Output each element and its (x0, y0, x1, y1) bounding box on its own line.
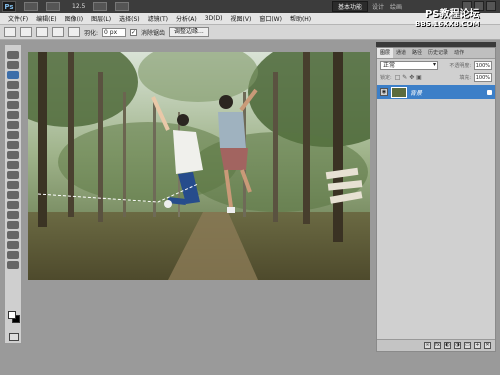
zoom-tool-icon[interactable] (7, 261, 19, 269)
opacity-input[interactable]: 100% (474, 60, 492, 70)
panel-tabs: 图层 通道 路径 历史记录 动作 (377, 48, 495, 59)
quick-select-tool-icon[interactable] (7, 81, 19, 89)
menu-view[interactable]: 视图(V) (227, 14, 256, 23)
menu-file[interactable]: 文件(F) (4, 14, 32, 23)
lock-icon (487, 89, 492, 95)
tab-layers[interactable]: 图层 (377, 48, 394, 58)
crop-tool-icon[interactable] (7, 91, 19, 99)
refine-edge-button[interactable]: 调整边缘... (169, 27, 209, 37)
menu-select[interactable]: 选择(S) (115, 14, 144, 23)
hand-tool-icon[interactable] (7, 251, 19, 259)
photoshop-logo-icon: Ps (2, 1, 16, 12)
tab-actions[interactable]: 动作 (451, 48, 467, 58)
pen-tool-icon[interactable] (7, 191, 19, 199)
3d-rotate-tool-icon[interactable] (7, 231, 19, 239)
opacity-label: 不透明度: (449, 62, 471, 69)
document-canvas[interactable] (28, 52, 370, 280)
lock-label: 锁定: (380, 74, 392, 81)
workspace-design-link[interactable]: 设计 (372, 2, 384, 11)
layer-mask-icon[interactable]: ◐ (444, 342, 451, 349)
tab-history[interactable]: 历史记录 (425, 48, 451, 58)
feather-input[interactable]: 0 px (102, 27, 127, 37)
intersect-selection-icon[interactable] (68, 27, 80, 37)
lock-options-icons[interactable]: □ ✎ ✥ ▣ (395, 74, 422, 81)
layers-footer: ∞ fx ◐ ◑ ▭ + ✕ (377, 339, 495, 351)
layer-style-icon[interactable]: fx (434, 342, 441, 349)
adjustment-layer-icon[interactable]: ◑ (454, 342, 461, 349)
clone-stamp-tool-icon[interactable] (7, 131, 19, 139)
shape-tool-icon[interactable] (7, 221, 19, 229)
new-group-icon[interactable]: ▭ (464, 342, 471, 349)
close-button[interactable] (486, 1, 496, 11)
marquee-tool-icon[interactable] (7, 61, 19, 69)
delete-layer-icon[interactable]: ✕ (484, 342, 491, 349)
blend-mode-select[interactable]: 正常 (380, 60, 438, 70)
launch-bridge-button[interactable] (24, 2, 38, 11)
workspace-painting-link[interactable]: 绘画 (390, 2, 402, 11)
workspace-essentials-button[interactable]: 基本功能 (332, 1, 369, 12)
layer-thumbnail (391, 86, 407, 98)
blur-tool-icon[interactable] (7, 171, 19, 179)
screen-mode-button[interactable] (115, 2, 130, 11)
feather-label: 羽化: (84, 29, 99, 37)
layers-panel: 图层 通道 路径 历史记录 动作 正常 不透明度: 100% 锁定: □ ✎ ✥… (376, 47, 496, 352)
lasso-preset-icon[interactable] (4, 27, 16, 37)
link-layers-icon[interactable]: ∞ (424, 342, 431, 349)
menu-edit[interactable]: 编辑(E) (32, 14, 60, 23)
menu-filter[interactable]: 滤镜(T) (144, 14, 172, 23)
antialias-checkbox[interactable]: ✓ (130, 28, 138, 36)
gradient-tool-icon[interactable] (7, 161, 19, 169)
menu-3d[interactable]: 3D(D) (201, 15, 227, 22)
antialias-label: 消除锯齿 (141, 29, 166, 37)
new-selection-icon[interactable] (20, 27, 32, 37)
layer-row-background[interactable]: ◉ 背景 (377, 85, 495, 99)
healing-brush-tool-icon[interactable] (7, 111, 19, 119)
foreground-color-swatch[interactable] (8, 311, 16, 319)
subtract-selection-icon[interactable] (52, 27, 64, 37)
tab-paths[interactable]: 路径 (409, 48, 425, 58)
quick-mask-button[interactable] (9, 333, 19, 341)
zoom-level[interactable]: 12.5 (72, 3, 85, 10)
layer-name[interactable]: 背景 (410, 88, 422, 97)
eyedropper-tool-icon[interactable] (7, 101, 19, 109)
photo-forest-couple-jumping (28, 52, 370, 280)
toolbox (4, 44, 22, 344)
add-to-selection-icon[interactable] (36, 27, 48, 37)
fill-label: 填充: (459, 74, 471, 81)
menu-help[interactable]: 帮助(H) (286, 14, 315, 23)
menu-image[interactable]: 图像(I) (61, 14, 87, 23)
3d-orbit-tool-icon[interactable] (7, 241, 19, 249)
watermark: PS教程论坛 BBS.16XX8.COM (415, 5, 480, 28)
menu-layer[interactable]: 图层(L) (87, 14, 115, 23)
arrange-documents-button[interactable] (93, 2, 108, 11)
dodge-tool-icon[interactable] (7, 181, 19, 189)
watermark-url: BBS.16XX8.COM (415, 20, 480, 28)
lasso-tool-icon[interactable] (7, 71, 19, 79)
history-brush-tool-icon[interactable] (7, 141, 19, 149)
watermark-title: PS教程论坛 (424, 9, 480, 20)
menu-analysis[interactable]: 分析(A) (172, 14, 201, 23)
eraser-tool-icon[interactable] (7, 151, 19, 159)
view-extras-button[interactable] (46, 2, 60, 11)
visibility-eye-icon[interactable]: ◉ (380, 88, 388, 96)
fill-input[interactable]: 100% (474, 72, 492, 82)
new-layer-icon[interactable]: + (474, 342, 481, 349)
move-tool-icon[interactable] (7, 51, 19, 59)
path-select-tool-icon[interactable] (7, 211, 19, 219)
type-tool-icon[interactable] (7, 201, 19, 209)
brush-tool-icon[interactable] (7, 121, 19, 129)
tab-channels[interactable]: 通道 (393, 48, 409, 58)
menu-window[interactable]: 窗口(W) (255, 14, 286, 23)
